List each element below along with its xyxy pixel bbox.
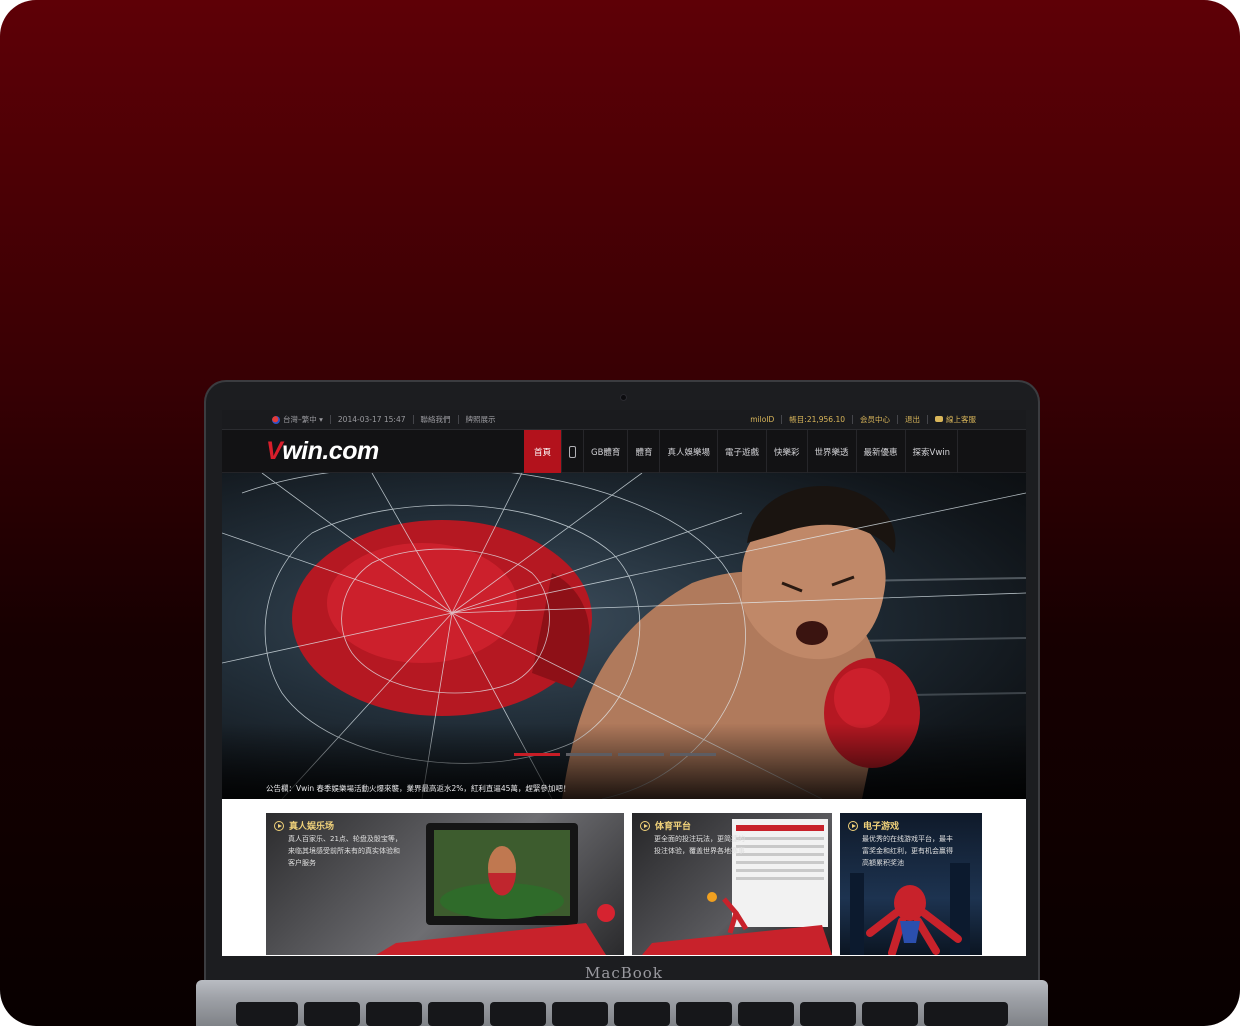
panel-title: 体育平台: [640, 819, 691, 832]
play-icon: [274, 820, 284, 831]
slide-dot-1[interactable]: [514, 753, 560, 756]
laptop-lid: 台灣–繁中 ▾ 2014-03-17 15:47 聯絡我們 牌照展示 miloI…: [204, 380, 1040, 984]
slide-dot-4[interactable]: [670, 753, 716, 756]
nav-explore[interactable]: 探索Vwin: [906, 430, 959, 473]
slide-indicators: [514, 753, 716, 756]
panel-title: 电子游戏: [848, 819, 899, 832]
member-center-link[interactable]: 会员中心: [860, 414, 890, 425]
live-support-link[interactable]: 線上客服: [935, 414, 976, 425]
panel-live-casino[interactable]: 真人娱乐场 真人百家乐、21点、轮盘及骰宝等， 来临其境感受前所未有的真实体验和…: [266, 813, 624, 955]
laptop-base: [196, 980, 1048, 1026]
language-selector[interactable]: 台灣–繁中 ▾: [283, 414, 323, 425]
nav-mobile[interactable]: [562, 430, 585, 473]
slide-dot-3[interactable]: [618, 753, 664, 756]
panel-title: 真人娱乐场: [274, 819, 334, 832]
contact-link[interactable]: 聯絡我們: [421, 414, 451, 425]
mobile-icon: [569, 445, 577, 458]
username: miloID: [750, 415, 775, 424]
panel-description: 真人百家乐、21点、轮盘及骰宝等， 来临其境感受前所未有的真实体验和 客户服务: [288, 835, 402, 867]
chat-icon: [935, 416, 943, 422]
datetime: 2014-03-17 15:47: [337, 415, 406, 424]
hero-banner[interactable]: 公告欄：Vwin 春季娛樂場活動火爆來襲，業界最高返水2%，紅利直逼45萬，趕緊…: [222, 473, 1026, 799]
nav-live-casino[interactable]: 真人娛樂場: [660, 430, 718, 473]
panel-description: 最优秀的在线游戏平台，最丰 富奖金和红利，更有机会赢得 高額累积奖池: [862, 835, 953, 867]
license-link[interactable]: 牌照展示: [466, 414, 496, 425]
feature-panels: 真人娱乐场 真人百家乐、21点、轮盘及骰宝等， 来临其境感受前所未有的真实体验和…: [222, 799, 1026, 956]
panel-e-games[interactable]: 电子游戏 最优秀的在线游戏平台，最丰 富奖金和红利，更有机会赢得 高額累积奖池: [840, 813, 982, 955]
announcement-text: 公告欄：Vwin 春季娛樂場活動火爆來襲，業界最高返水2%，紅利直逼45萬，趕緊…: [266, 784, 571, 793]
nav-promotions[interactable]: 最新優惠: [857, 430, 906, 473]
logout-link[interactable]: 退出: [905, 414, 920, 425]
top-bar: 台灣–繁中 ▾ 2014-03-17 15:47 聯絡我們 牌照展示 miloI…: [222, 410, 1026, 430]
camera: [620, 394, 627, 401]
play-icon: [640, 820, 650, 831]
website-screen: 台灣–繁中 ▾ 2014-03-17 15:47 聯絡我們 牌照展示 miloI…: [222, 410, 1026, 956]
hero-illustration: [222, 473, 1026, 799]
nav-e-games[interactable]: 電子遊戲: [718, 430, 767, 473]
slide-dot-2[interactable]: [566, 753, 612, 756]
nav-gb-sports[interactable]: GB體育: [584, 430, 629, 473]
account-balance: 帳目:21,956.10: [789, 415, 845, 424]
site-logo[interactable]: Vwin.com: [266, 437, 379, 466]
main-nav-bar: Vwin.com 首頁 GB體育 體育 真人娛樂場 電子遊戲 快樂彩 世界樂透 …: [222, 430, 1026, 473]
live-support-label: 線上客服: [946, 415, 976, 424]
nav-home[interactable]: 首頁: [524, 430, 563, 473]
play-icon: [848, 820, 858, 831]
background-frame: 台灣–繁中 ▾ 2014-03-17 15:47 聯絡我們 牌照展示 miloI…: [0, 0, 1240, 1026]
nav-sports[interactable]: 體育: [628, 430, 661, 473]
keyboard-row: [236, 1002, 1008, 1026]
flag-icon: [272, 415, 280, 424]
nav-lottery[interactable]: 快樂彩: [767, 430, 808, 473]
nav-world-lotto[interactable]: 世界樂透: [808, 430, 857, 473]
main-nav: 首頁 GB體育 體育 真人娛樂場 電子遊戲 快樂彩 世界樂透 最新優惠 探索Vw…: [524, 430, 959, 473]
laptop: 台灣–繁中 ▾ 2014-03-17 15:47 聯絡我們 牌照展示 miloI…: [196, 380, 1048, 1026]
panel-sports[interactable]: 体育平台 更全面的投注玩法，更简捷的 投注体验，覆盖世界各地赛事: [632, 813, 832, 955]
panel-description: 更全面的投注玩法，更简捷的 投注体验，覆盖世界各地赛事: [654, 835, 745, 855]
